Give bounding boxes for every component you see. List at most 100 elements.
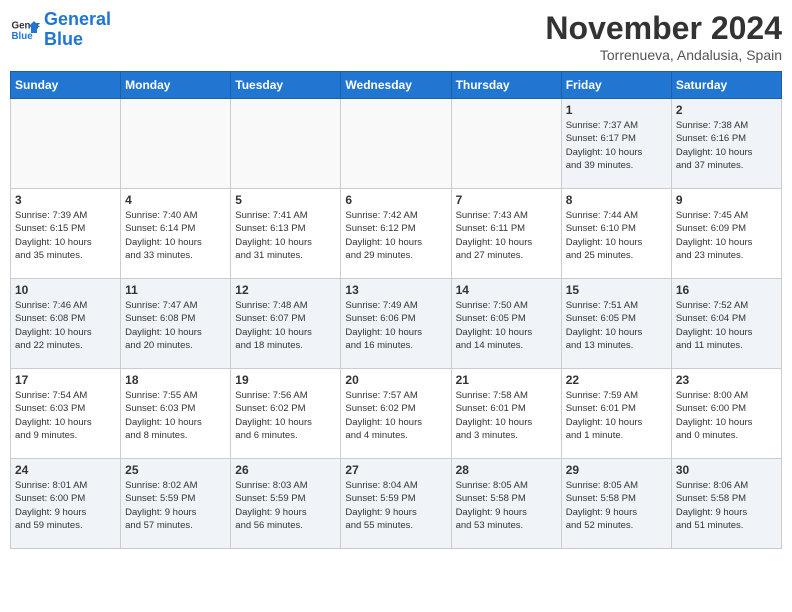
calendar-cell: 21 Sunrise: 7:58 AM Sunset: 6:01 PM Dayli…: [451, 369, 561, 459]
calendar-table: SundayMondayTuesdayWednesdayThursdayFrid…: [10, 71, 782, 549]
calendar-cell: 9 Sunrise: 7:45 AM Sunset: 6:09 PM Daylig…: [671, 189, 781, 279]
day-info: Sunrise: 7:48 AM Sunset: 6:07 PM Dayligh…: [235, 299, 336, 352]
day-info: Sunrise: 8:02 AM Sunset: 5:59 PM Dayligh…: [125, 479, 226, 532]
day-info: Sunrise: 7:39 AM Sunset: 6:15 PM Dayligh…: [15, 209, 116, 262]
calendar-cell: 18 Sunrise: 7:55 AM Sunset: 6:03 PM Dayli…: [121, 369, 231, 459]
week-row-5: 24 Sunrise: 8:01 AM Sunset: 6:00 PM Dayli…: [11, 459, 782, 549]
day-number: 6: [345, 193, 446, 207]
calendar-cell: 6 Sunrise: 7:42 AM Sunset: 6:12 PM Daylig…: [341, 189, 451, 279]
day-info: Sunrise: 7:51 AM Sunset: 6:05 PM Dayligh…: [566, 299, 667, 352]
logo: General Blue General Blue: [10, 10, 111, 50]
day-info: Sunrise: 7:56 AM Sunset: 6:02 PM Dayligh…: [235, 389, 336, 442]
svg-text:Blue: Blue: [12, 31, 34, 42]
calendar-cell: 2Sunrise: 7:38 AM Sunset: 6:16 PM Daylig…: [671, 99, 781, 189]
calendar-cell: 20Sunrise: 7:57 AM Sunset: 6:02 PM Dayli…: [341, 369, 451, 459]
day-number: 10: [15, 283, 116, 297]
day-number: 1: [566, 103, 667, 117]
day-info: Sunrise: 7:37 AM Sunset: 6:17 PM Dayligh…: [566, 119, 667, 172]
day-info: Sunrise: 7:38 AM Sunset: 6:16 PM Dayligh…: [676, 119, 777, 172]
logo-general: General: [44, 9, 111, 29]
calendar-cell: [231, 99, 341, 189]
calendar-cell: 27Sunrise: 8:04 AM Sunset: 5:59 PM Dayli…: [341, 459, 451, 549]
calendar-cell: 23Sunrise: 8:00 AM Sunset: 6:00 PM Dayli…: [671, 369, 781, 459]
calendar-cell: 8 Sunrise: 7:44 AM Sunset: 6:10 PM Daylig…: [561, 189, 671, 279]
week-row-2: 3 Sunrise: 7:39 AM Sunset: 6:15 PM Daylig…: [11, 189, 782, 279]
day-info: Sunrise: 7:58 AM Sunset: 6:01 PM Dayligh…: [456, 389, 557, 442]
week-row-3: 10 Sunrise: 7:46 AM Sunset: 6:08 PM Dayli…: [11, 279, 782, 369]
day-info: Sunrise: 7:52 AM Sunset: 6:04 PM Dayligh…: [676, 299, 777, 352]
weekday-header-monday: Monday: [121, 72, 231, 99]
calendar-cell: [341, 99, 451, 189]
day-number: 30: [676, 463, 777, 477]
calendar-cell: [451, 99, 561, 189]
calendar-cell: 1 Sunrise: 7:37 AM Sunset: 6:17 PM Daylig…: [561, 99, 671, 189]
week-row-1: 1 Sunrise: 7:37 AM Sunset: 6:17 PM Daylig…: [11, 99, 782, 189]
day-info: Sunrise: 8:00 AM Sunset: 6:00 PM Dayligh…: [676, 389, 777, 442]
title-block: November 2024 Torrenueva, Andalusia, Spa…: [545, 10, 782, 63]
weekday-header-tuesday: Tuesday: [231, 72, 341, 99]
calendar-cell: 3 Sunrise: 7:39 AM Sunset: 6:15 PM Daylig…: [11, 189, 121, 279]
day-info: Sunrise: 8:03 AM Sunset: 5:59 PM Dayligh…: [235, 479, 336, 532]
weekday-header-saturday: Saturday: [671, 72, 781, 99]
calendar-cell: 17 Sunrise: 7:54 AM Sunset: 6:03 PM Dayli…: [11, 369, 121, 459]
calendar-cell: [11, 99, 121, 189]
day-number: 3: [15, 193, 116, 207]
day-info: Sunrise: 8:01 AM Sunset: 6:00 PM Dayligh…: [15, 479, 116, 532]
calendar-cell: 15 Sunrise: 7:51 AM Sunset: 6:05 PM Dayli…: [561, 279, 671, 369]
day-number: 18: [125, 373, 226, 387]
calendar-cell: 10 Sunrise: 7:46 AM Sunset: 6:08 PM Dayli…: [11, 279, 121, 369]
day-number: 21: [456, 373, 557, 387]
day-number: 24: [15, 463, 116, 477]
calendar-cell: 29 Sunrise: 8:05 AM Sunset: 5:58 PM Dayli…: [561, 459, 671, 549]
calendar-cell: 22 Sunrise: 7:59 AM Sunset: 6:01 PM Dayli…: [561, 369, 671, 459]
day-number: 22: [566, 373, 667, 387]
day-info: Sunrise: 7:47 AM Sunset: 6:08 PM Dayligh…: [125, 299, 226, 352]
calendar-cell: 13Sunrise: 7:49 AM Sunset: 6:06 PM Dayli…: [341, 279, 451, 369]
day-info: Sunrise: 7:50 AM Sunset: 6:05 PM Dayligh…: [456, 299, 557, 352]
calendar-cell: 19 Sunrise: 7:56 AM Sunset: 6:02 PM Dayli…: [231, 369, 341, 459]
day-number: 26: [235, 463, 336, 477]
day-number: 14: [456, 283, 557, 297]
calendar-cell: 30 Sunrise: 8:06 AM Sunset: 5:58 PM Dayli…: [671, 459, 781, 549]
day-number: 15: [566, 283, 667, 297]
day-info: Sunrise: 8:05 AM Sunset: 5:58 PM Dayligh…: [456, 479, 557, 532]
day-number: 27: [345, 463, 446, 477]
day-number: 4: [125, 193, 226, 207]
logo-text: General Blue: [44, 10, 111, 50]
day-number: 7: [456, 193, 557, 207]
day-number: 11: [125, 283, 226, 297]
calendar-cell: 12Sunrise: 7:48 AM Sunset: 6:07 PM Dayli…: [231, 279, 341, 369]
day-info: Sunrise: 7:42 AM Sunset: 6:12 PM Dayligh…: [345, 209, 446, 262]
day-info: Sunrise: 7:49 AM Sunset: 6:06 PM Dayligh…: [345, 299, 446, 352]
day-info: Sunrise: 7:40 AM Sunset: 6:14 PM Dayligh…: [125, 209, 226, 262]
day-number: 8: [566, 193, 667, 207]
day-number: 5: [235, 193, 336, 207]
day-number: 9: [676, 193, 777, 207]
weekday-header-sunday: Sunday: [11, 72, 121, 99]
week-row-4: 17 Sunrise: 7:54 AM Sunset: 6:03 PM Dayli…: [11, 369, 782, 459]
day-number: 17: [15, 373, 116, 387]
day-info: Sunrise: 7:43 AM Sunset: 6:11 PM Dayligh…: [456, 209, 557, 262]
day-number: 25: [125, 463, 226, 477]
day-info: Sunrise: 7:41 AM Sunset: 6:13 PM Dayligh…: [235, 209, 336, 262]
day-info: Sunrise: 7:54 AM Sunset: 6:03 PM Dayligh…: [15, 389, 116, 442]
day-info: Sunrise: 7:45 AM Sunset: 6:09 PM Dayligh…: [676, 209, 777, 262]
logo-blue: Blue: [44, 29, 83, 49]
day-number: 29: [566, 463, 667, 477]
calendar-cell: 14 Sunrise: 7:50 AM Sunset: 6:05 PM Dayli…: [451, 279, 561, 369]
location-subtitle: Torrenueva, Andalusia, Spain: [545, 47, 782, 63]
day-info: Sunrise: 8:06 AM Sunset: 5:58 PM Dayligh…: [676, 479, 777, 532]
calendar-cell: 7 Sunrise: 7:43 AM Sunset: 6:11 PM Daylig…: [451, 189, 561, 279]
calendar-cell: 26 Sunrise: 8:03 AM Sunset: 5:59 PM Dayli…: [231, 459, 341, 549]
day-info: Sunrise: 7:55 AM Sunset: 6:03 PM Dayligh…: [125, 389, 226, 442]
day-info: Sunrise: 7:44 AM Sunset: 6:10 PM Dayligh…: [566, 209, 667, 262]
day-info: Sunrise: 7:59 AM Sunset: 6:01 PM Dayligh…: [566, 389, 667, 442]
calendar-cell: 24 Sunrise: 8:01 AM Sunset: 6:00 PM Dayli…: [11, 459, 121, 549]
day-number: 19: [235, 373, 336, 387]
day-info: Sunrise: 7:46 AM Sunset: 6:08 PM Dayligh…: [15, 299, 116, 352]
weekday-header-thursday: Thursday: [451, 72, 561, 99]
day-info: Sunrise: 8:05 AM Sunset: 5:58 PM Dayligh…: [566, 479, 667, 532]
calendar-cell: 25 Sunrise: 8:02 AM Sunset: 5:59 PM Dayli…: [121, 459, 231, 549]
weekday-header-friday: Friday: [561, 72, 671, 99]
weekday-header-row: SundayMondayTuesdayWednesdayThursdayFrid…: [11, 72, 782, 99]
